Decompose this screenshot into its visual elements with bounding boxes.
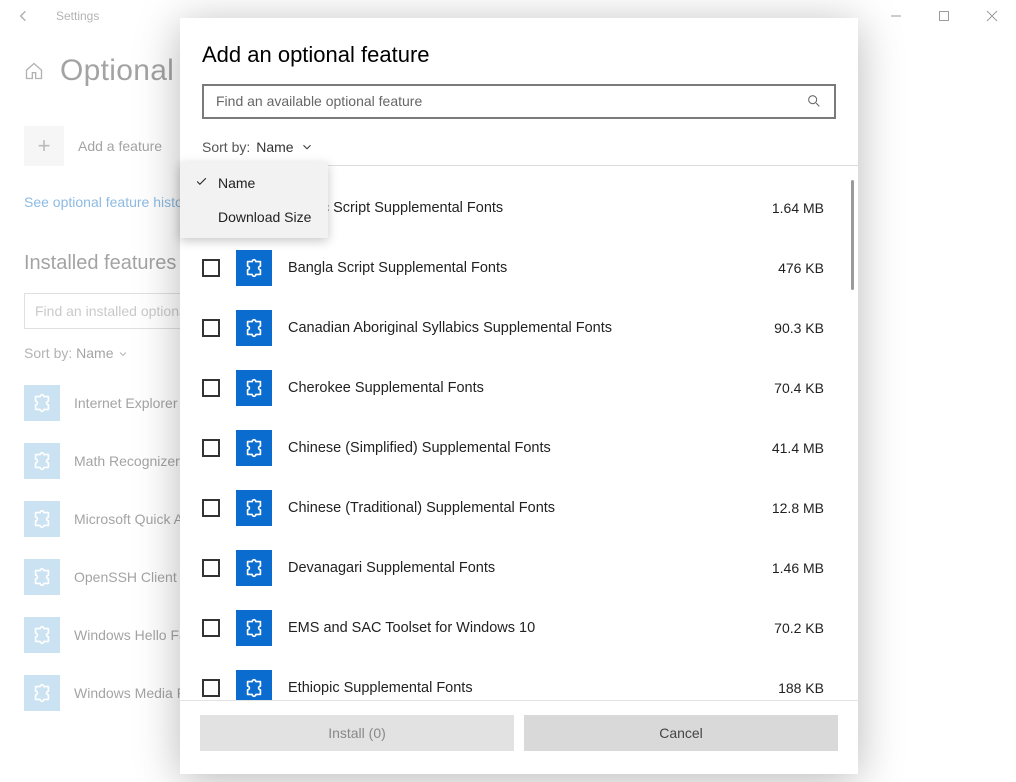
sort-option-label: Download Size [218, 209, 311, 225]
feature-size: 476 KB [756, 260, 846, 276]
home-icon[interactable] [24, 61, 44, 81]
sort-label: Sort by: [24, 345, 72, 361]
installed-item-label: Math Recognizer [74, 453, 180, 469]
feature-checkbox[interactable] [202, 679, 220, 697]
sort-value: Name [256, 139, 293, 155]
plus-icon: + [24, 126, 64, 166]
feature-size: 1.46 MB [756, 560, 846, 576]
feature-icon [236, 430, 272, 466]
chevron-down-icon [117, 348, 129, 360]
feature-icon [236, 550, 272, 586]
sort-option-label: Name [218, 175, 255, 191]
sort-dropdown: Name Download Size [180, 162, 328, 238]
feature-icon [24, 501, 60, 537]
feature-name: Canadian Aboriginal Syllabics Supplement… [288, 320, 740, 336]
feature-name: EMS and SAC Toolset for Windows 10 [288, 620, 740, 636]
sort-option-name[interactable]: Name [180, 166, 328, 200]
feature-icon [24, 443, 60, 479]
sort-option-download-size[interactable]: Download Size [180, 200, 328, 234]
feature-icon [236, 250, 272, 286]
feature-icon [24, 617, 60, 653]
maximize-button[interactable] [920, 0, 968, 32]
feature-row[interactable]: EMS and SAC Toolset for Windows 10 70.2 … [202, 598, 846, 658]
feature-name: Ethiopic Supplemental Fonts [288, 680, 740, 696]
install-button[interactable]: Install (0) [200, 715, 514, 751]
sort-label: Sort by: [202, 139, 250, 155]
feature-size: 188 KB [756, 680, 846, 696]
feature-checkbox[interactable] [202, 439, 220, 457]
minimize-button[interactable] [872, 0, 920, 32]
window-title: Settings [56, 9, 99, 23]
feature-size: 70.2 KB [756, 620, 846, 636]
available-feature-list[interactable]: Arabic Script Supplemental Fonts 1.64 MB… [180, 166, 858, 700]
add-feature-label: Add a feature [78, 138, 162, 154]
installed-item-label: Internet Explorer 11 [74, 395, 196, 411]
feature-row[interactable]: Canadian Aboriginal Syllabics Supplement… [202, 298, 846, 358]
chevron-down-icon [300, 140, 314, 154]
feature-row[interactable]: Chinese (Traditional) Supplemental Fonts… [202, 478, 846, 538]
feature-size: 41.4 MB [756, 440, 846, 456]
feature-name: Cherokee Supplemental Fonts [288, 380, 740, 396]
feature-row[interactable]: Ethiopic Supplemental Fonts 188 KB [202, 658, 846, 700]
feature-icon [24, 675, 60, 711]
feature-size: 12.8 MB [756, 500, 846, 516]
feature-row[interactable]: Devanagari Supplemental Fonts 1.46 MB [202, 538, 846, 598]
feature-checkbox[interactable] [202, 259, 220, 277]
feature-checkbox[interactable] [202, 619, 220, 637]
feature-name: Chinese (Simplified) Supplemental Fonts [288, 440, 740, 456]
feature-size: 1.64 MB [756, 200, 846, 216]
back-button[interactable] [0, 0, 48, 32]
feature-icon [236, 610, 272, 646]
feature-name: Chinese (Traditional) Supplemental Fonts [288, 500, 740, 516]
close-button[interactable] [968, 0, 1016, 32]
feature-checkbox[interactable] [202, 499, 220, 517]
installed-item-label: OpenSSH Client [74, 569, 177, 585]
feature-row[interactable]: Cherokee Supplemental Fonts 70.4 KB [202, 358, 846, 418]
sort-value: Name [76, 345, 113, 361]
feature-name: Devanagari Supplemental Fonts [288, 560, 740, 576]
feature-size: 90.3 KB [756, 320, 846, 336]
feature-icon [236, 370, 272, 406]
search-icon [806, 93, 822, 109]
feature-icon [236, 310, 272, 346]
feature-row[interactable]: Chinese (Simplified) Supplemental Fonts … [202, 418, 846, 478]
available-search-input[interactable]: Find an available optional feature [202, 84, 836, 119]
feature-size: 70.4 KB [756, 380, 846, 396]
dialog-title: Add an optional feature [180, 18, 858, 80]
feature-icon [24, 559, 60, 595]
feature-icon [24, 385, 60, 421]
arrow-left-icon [16, 8, 32, 24]
feature-name: Arabic Script Supplemental Fonts [288, 200, 740, 216]
feature-checkbox[interactable] [202, 319, 220, 337]
minimize-icon [890, 10, 902, 22]
close-icon [986, 10, 998, 22]
add-feature-dialog: Add an optional feature Find an availabl… [180, 18, 858, 774]
available-sort-button[interactable]: Sort by: Name [202, 139, 836, 155]
available-search-placeholder: Find an available optional feature [216, 93, 806, 109]
feature-name: Bangla Script Supplemental Fonts [288, 260, 740, 276]
feature-row[interactable]: Bangla Script Supplemental Fonts 476 KB [202, 238, 846, 298]
cancel-button[interactable]: Cancel [524, 715, 838, 751]
scrollbar-thumb[interactable] [851, 180, 854, 290]
feature-checkbox[interactable] [202, 559, 220, 577]
feature-icon [236, 490, 272, 526]
check-icon [194, 175, 208, 191]
feature-icon [236, 670, 272, 700]
feature-checkbox[interactable] [202, 379, 220, 397]
maximize-icon [938, 10, 950, 22]
